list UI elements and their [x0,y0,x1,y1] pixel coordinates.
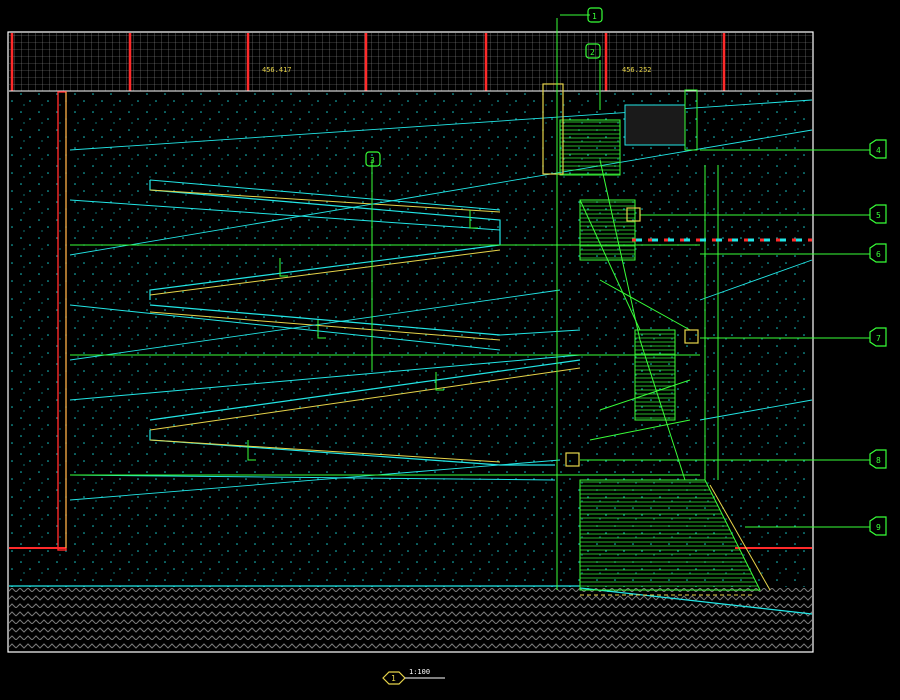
title-block-scale: 1:100 [409,668,430,676]
callout-right-3-label: 6 [876,250,881,259]
title-block-number: 1 [391,674,396,683]
callout-top-mid-label: 2 [590,48,595,57]
callout-right-6-label: 9 [876,523,881,532]
callout-right-2-label: 5 [876,211,881,220]
band-label-left: 456.417 [262,66,292,74]
cad-section-drawing: 456.417 456.252 1 2 3 4 5 6 7 8 9 1 1:10… [0,0,900,700]
band-label-right: 456.252 [622,66,652,74]
cad-drawing-canvas: 456.417 456.252 1 2 3 4 5 6 7 8 9 1 1:10… [0,0,900,700]
callout-left-mid-label: 3 [370,156,375,165]
callout-right-1-label: 4 [876,146,881,155]
callout-right-5-label: 8 [876,456,881,465]
callout-right-4-label: 7 [876,334,881,343]
callout-top-stair-label: 1 [592,12,597,21]
ground-hatch [9,588,812,651]
